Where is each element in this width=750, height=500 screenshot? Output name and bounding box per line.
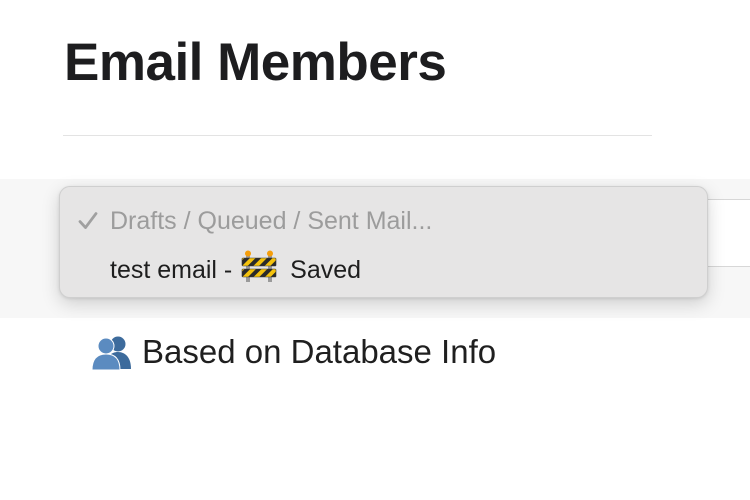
page: Email Members Drafts / Queued / Sent Mai… [0, 0, 750, 500]
filter-label: Based on Database Info [142, 333, 497, 370]
menu-option-label: Drafts / Queued / Sent Mail... [110, 206, 433, 235]
divider [63, 135, 652, 136]
menu-option-drafts-queued-sent[interactable]: Drafts / Queued / Sent Mail... [60, 201, 707, 241]
page-title: Email Members [64, 33, 447, 92]
construction-barrier-icon [241, 250, 277, 282]
menu-option-label: test email - Saved [110, 250, 361, 285]
mail-dropdown-menu: Drafts / Queued / Sent Mail... test emai… [59, 186, 708, 298]
menu-option-label-prefix: test email - [110, 255, 233, 284]
menu-option-label-suffix: Saved [290, 255, 362, 284]
filter-option-database-info[interactable]: Based on Database Info [90, 330, 496, 374]
menu-option-test-email[interactable]: test email - Saved [60, 247, 707, 287]
checkmark-icon [78, 212, 98, 229]
busts-in-silhouette-icon [91, 336, 131, 371]
